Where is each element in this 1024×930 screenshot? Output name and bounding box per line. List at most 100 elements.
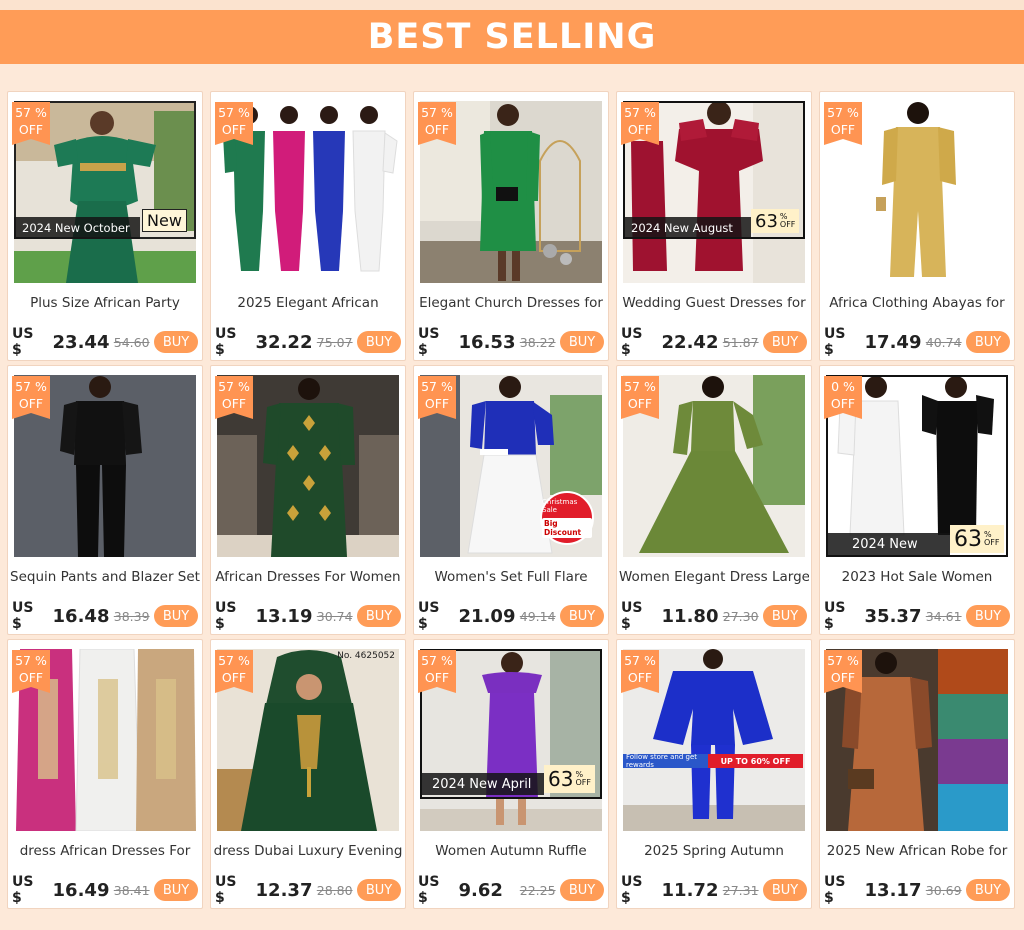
product-card[interactable]: No. 4625052 57 % OFF dress Dubai Luxury E… <box>210 639 406 909</box>
price-row: US $ 11.72 27.31 BUY <box>621 874 808 906</box>
percent-sign: % <box>847 105 859 120</box>
product-card[interactable]: 57 % OFF Women Elegant Dress Large US $ 1… <box>616 365 812 635</box>
discount-badge: 57 % OFF <box>12 376 50 419</box>
price-row: US $ 22.42 51.87 BUY <box>621 326 808 358</box>
buy-button[interactable]: BUY <box>762 331 808 353</box>
discount-value: 57 <box>624 653 641 668</box>
product-title[interactable]: African Dresses For Women <box>213 569 403 585</box>
buy-button[interactable]: BUY <box>356 879 402 901</box>
off-label: OFF <box>424 396 450 411</box>
off-label: OFF <box>627 396 653 411</box>
buy-button[interactable]: BUY <box>965 331 1011 353</box>
promo-bar: 2024 New August <box>623 217 751 239</box>
off-label: OFF <box>830 396 856 411</box>
price-row: US $ 13.19 30.74 BUY <box>215 600 402 632</box>
product-card[interactable]: 57 % OFF Sequin Pants and Blazer Set US $… <box>7 365 203 635</box>
product-card[interactable]: 57 % OFF Africa Clothing Abayas for US $ … <box>819 91 1015 361</box>
original-price: 38.22 <box>519 334 556 350</box>
product-title[interactable]: 2025 Elegant African <box>213 295 403 311</box>
buy-button[interactable]: BUY <box>153 879 199 901</box>
buy-button[interactable]: BUY <box>153 331 199 353</box>
product-title[interactable]: Women's Set Full Flare <box>416 569 606 585</box>
buy-button[interactable]: BUY <box>965 605 1011 627</box>
off-label: OFF <box>830 122 856 137</box>
product-title[interactable]: 2025 New African Robe for <box>822 843 1012 859</box>
buy-button[interactable]: BUY <box>559 879 605 901</box>
buy-button[interactable]: BUY <box>356 331 402 353</box>
original-price: 51.87 <box>722 334 759 350</box>
currency-label: US $ <box>215 874 237 906</box>
percent-sign: % <box>847 653 859 668</box>
percent-sign: % <box>441 379 453 394</box>
original-price: 40.74 <box>925 334 962 350</box>
buy-button[interactable]: BUY <box>356 605 402 627</box>
sticker-subtext: Big Discount <box>542 518 592 538</box>
product-title[interactable]: Women Autumn Ruffle <box>416 843 606 859</box>
product-title[interactable]: Plus Size African Party <box>10 295 200 311</box>
product-title[interactable]: Sequin Pants and Blazer Set <box>10 569 200 585</box>
product-card[interactable]: 2024 New August 63 % OFF 57 % OFF Wedding … <box>616 91 812 361</box>
currency-label: US $ <box>824 326 846 358</box>
percent-sign: % <box>644 105 656 120</box>
off-number: 63 <box>755 210 778 232</box>
discount-badge: 0 % OFF <box>824 376 862 419</box>
product-title[interactable]: Women Elegant Dress Large <box>619 569 809 585</box>
price-row: US $ 35.37 34.61 BUY <box>824 600 1011 632</box>
sale-text: UP TO 60% OFF <box>708 754 803 768</box>
original-price: 38.41 <box>113 882 150 898</box>
product-title[interactable]: Africa Clothing Abayas for <box>822 295 1012 311</box>
off-label: OFF <box>18 396 44 411</box>
off-label: OFF <box>424 670 450 685</box>
currency-label: US $ <box>621 326 643 358</box>
currency-label: US $ <box>215 326 237 358</box>
sale-price: 16.48 <box>52 605 110 627</box>
buy-button[interactable]: BUY <box>559 331 605 353</box>
currency-label: US $ <box>418 326 440 358</box>
product-card[interactable]: 57 % OFF Elegant Church Dresses for US $ … <box>413 91 609 361</box>
sale-price: 9.62 <box>458 879 503 901</box>
product-title[interactable]: 2025 Spring Autumn <box>619 843 809 859</box>
percent-sign: % <box>238 105 250 120</box>
product-title[interactable]: dress Dubai Luxury Evening <box>213 843 403 859</box>
product-title[interactable]: Elegant Church Dresses for <box>416 295 606 311</box>
off-label: OFF <box>221 396 247 411</box>
discount-value: 57 <box>15 653 32 668</box>
product-title[interactable]: Wedding Guest Dresses for <box>619 295 809 311</box>
discount-value: 57 <box>624 105 641 120</box>
discount-badge: 57 % OFF <box>12 650 50 693</box>
original-price: 75.07 <box>316 334 353 350</box>
promo-bar: 2024 New April <box>420 773 544 795</box>
buy-button[interactable]: BUY <box>153 605 199 627</box>
product-card[interactable]: 2024 New 63 % OFF 0 % OFF 2023 Hot Sale Wo… <box>819 365 1015 635</box>
buy-button[interactable]: BUY <box>762 605 808 627</box>
buy-button[interactable]: BUY <box>559 605 605 627</box>
product-card[interactable]: 2024 New October New 57 % OFF Plus Size A… <box>7 91 203 361</box>
new-tag: New <box>142 209 187 232</box>
product-card[interactable]: 57 % OFF 2025 Elegant African US $ 32.22 … <box>210 91 406 361</box>
product-card[interactable]: 2024 New April 63 % OFF 57 % OFF Women Aut… <box>413 639 609 909</box>
percent-sign: % <box>644 379 656 394</box>
discount-badge: 57 % OFF <box>418 650 456 693</box>
price-row: US $ 17.49 40.74 BUY <box>824 326 1011 358</box>
off-label: OFF <box>18 122 44 137</box>
original-price: 30.74 <box>316 608 353 624</box>
product-card[interactable]: 57 % OFF dress African Dresses For US $ 1… <box>7 639 203 909</box>
price-row: US $ 16.48 38.39 BUY <box>12 600 199 632</box>
buy-button[interactable]: BUY <box>965 879 1011 901</box>
product-card[interactable]: Follow store and get rewards UP TO 60% O… <box>616 639 812 909</box>
sale-price: 13.17 <box>864 879 922 901</box>
buy-button[interactable]: BUY <box>762 879 808 901</box>
product-card[interactable]: Christmas Sale Big Discount 57 % OFF Wome… <box>413 365 609 635</box>
sale-price: 11.72 <box>661 879 719 901</box>
product-card[interactable]: 57 % OFF African Dresses For Women US $ 1… <box>210 365 406 635</box>
price-row: US $ 32.22 75.07 BUY <box>215 326 402 358</box>
sale-price: 11.80 <box>661 605 719 627</box>
off-label: OFF <box>424 122 450 137</box>
discount-value: 0 <box>831 379 840 394</box>
currency-label: US $ <box>418 600 440 632</box>
product-title[interactable]: 2023 Hot Sale Women <box>822 569 1012 585</box>
product-card[interactable]: 57 % OFF 2025 New African Robe for US $ 1… <box>819 639 1015 909</box>
sale-price: 16.53 <box>458 331 516 353</box>
percent-sign: % <box>644 653 656 668</box>
product-title[interactable]: dress African Dresses For <box>10 843 200 859</box>
